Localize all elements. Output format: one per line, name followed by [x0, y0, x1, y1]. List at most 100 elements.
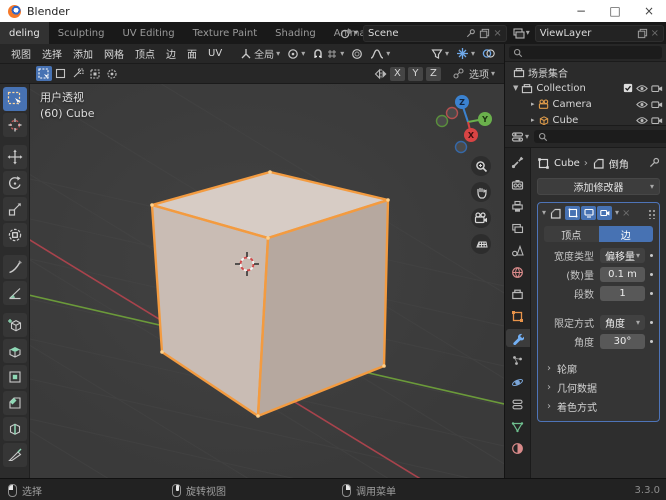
- tab-shading[interactable]: Shading: [266, 22, 325, 44]
- tab-physics[interactable]: [506, 373, 530, 391]
- outliner-row-collection[interactable]: ▼ Collection: [505, 80, 666, 96]
- viewlayer-selector[interactable]: ViewLayer ×: [534, 24, 664, 42]
- animate-dot[interactable]: [650, 340, 653, 343]
- subpanel-geometry[interactable]: › 几何数据: [538, 378, 659, 397]
- subpanel-profile[interactable]: › 轮廓: [538, 359, 659, 378]
- tool-select-box[interactable]: [3, 87, 27, 111]
- realtime-display-toggle[interactable]: [581, 206, 597, 220]
- minimize-button[interactable]: −: [564, 0, 598, 22]
- cube-mesh[interactable]: [150, 170, 390, 418]
- mirror-x-button[interactable]: X: [389, 66, 405, 81]
- tool-add-cube[interactable]: [3, 313, 27, 337]
- tab-world[interactable]: [506, 263, 530, 281]
- menu-uv[interactable]: UV: [203, 48, 227, 59]
- new-copy-icon[interactable]: [479, 28, 490, 39]
- animate-dot[interactable]: [650, 254, 653, 257]
- tool-annotate[interactable]: [3, 255, 27, 279]
- overlays-toggle[interactable]: [479, 47, 498, 60]
- axis-z-handle[interactable]: Z: [455, 95, 469, 109]
- properties-search[interactable]: [534, 130, 666, 143]
- snap-widget[interactable]: ▾: [309, 48, 347, 60]
- checkbox-icon[interactable]: [623, 83, 633, 93]
- scene-selector[interactable]: Scene ×: [363, 24, 507, 42]
- tab-render[interactable]: [506, 175, 530, 193]
- select-lasso-mode[interactable]: [87, 66, 103, 81]
- outliner-search[interactable]: [509, 46, 662, 59]
- tool-rotate[interactable]: [3, 171, 27, 195]
- subpanel-shading[interactable]: › 着色方式: [538, 397, 659, 416]
- eye-icon[interactable]: [636, 84, 648, 93]
- eye-icon[interactable]: [636, 116, 648, 125]
- breadcrumb-modifier[interactable]: 倒角: [609, 156, 629, 171]
- mirror-y-button[interactable]: Y: [407, 66, 423, 81]
- viewport-canvas[interactable]: 用户透视 (60) Cube Z Y X: [30, 84, 504, 478]
- delete-modifier-icon[interactable]: ×: [622, 208, 630, 219]
- tab-object[interactable]: [506, 307, 530, 325]
- tab-object-data[interactable]: [506, 417, 530, 435]
- axis-y-handle[interactable]: Y: [478, 112, 492, 126]
- menu-add[interactable]: 添加: [68, 46, 98, 61]
- transform-orientation-dropdown[interactable]: 全局 ▾: [237, 46, 283, 61]
- select-tweak-mode[interactable]: [36, 66, 52, 81]
- gizmos-toggle[interactable]: ▾: [453, 47, 478, 60]
- close-button[interactable]: ×: [632, 0, 666, 22]
- visibility-filter-dropdown[interactable]: ▾: [428, 48, 452, 60]
- tool-extrude-region[interactable]: [3, 339, 27, 363]
- tab-material[interactable]: [506, 439, 530, 457]
- render-camera-icon[interactable]: [651, 100, 663, 109]
- tab-scene[interactable]: [506, 241, 530, 259]
- editmode-display-toggle[interactable]: [565, 206, 581, 220]
- limit-method-dropdown[interactable]: 角度 ▾: [600, 315, 645, 330]
- pivot-point-dropdown[interactable]: ▾: [284, 48, 308, 60]
- tab-uv-editing[interactable]: UV Editing: [113, 22, 183, 44]
- snap-symmetry-icon[interactable]: [452, 67, 465, 80]
- eye-icon[interactable]: [636, 100, 648, 109]
- render-display-toggle[interactable]: [597, 206, 613, 220]
- tool-bevel[interactable]: [3, 391, 27, 415]
- collapse-icon[interactable]: ▸: [531, 116, 535, 124]
- axis-neg-y-handle[interactable]: [435, 114, 449, 128]
- select-paint-mode[interactable]: [104, 66, 120, 81]
- pin-icon[interactable]: [465, 28, 476, 39]
- editor-type-dropdown[interactable]: ▾: [509, 131, 531, 143]
- remove-icon[interactable]: ×: [651, 28, 659, 39]
- animate-dot[interactable]: [650, 321, 653, 324]
- orthographic-toggle-button[interactable]: [471, 234, 491, 254]
- outliner-row-scene-collection[interactable]: 场景集合: [505, 64, 666, 80]
- segments-field[interactable]: 1: [600, 286, 645, 301]
- tab-view-layer[interactable]: [506, 219, 530, 237]
- tab-sculpting[interactable]: Sculpting: [49, 22, 114, 44]
- mirror-z-button[interactable]: Z: [425, 66, 441, 81]
- tool-loop-cut[interactable]: [3, 417, 27, 441]
- tool-transform[interactable]: [3, 223, 27, 247]
- affect-edges-button[interactable]: 边: [598, 226, 653, 242]
- affect-vertices-button[interactable]: 顶点: [544, 226, 599, 242]
- tab-collection-properties[interactable]: [506, 285, 530, 303]
- viewlayer-type-dropdown[interactable]: ▾: [510, 27, 532, 40]
- outliner-row-camera[interactable]: ▸ Camera: [505, 96, 666, 112]
- tab-tool[interactable]: [506, 153, 530, 171]
- expand-panel-icon[interactable]: ▾: [542, 209, 546, 217]
- drag-handle-icon[interactable]: [647, 207, 655, 219]
- tab-texture-paint[interactable]: Texture Paint: [184, 22, 267, 44]
- render-camera-icon[interactable]: [651, 116, 663, 125]
- modifier-panel-header[interactable]: ▾ ▾ ×: [538, 203, 659, 223]
- tool-knife[interactable]: [3, 443, 27, 467]
- select-circle-mode[interactable]: [70, 66, 86, 81]
- navigation-gizmo[interactable]: Z Y X: [430, 92, 502, 158]
- properties-search-input[interactable]: [551, 131, 666, 142]
- add-modifier-dropdown[interactable]: 添加修改器 ▾: [537, 178, 660, 195]
- select-box-mode[interactable]: [53, 66, 69, 81]
- tab-particles[interactable]: [506, 351, 530, 369]
- modifier-extras-icon[interactable]: ▾: [615, 209, 619, 217]
- animate-dot[interactable]: [650, 292, 653, 295]
- menu-select[interactable]: 选择: [37, 46, 67, 61]
- menu-vertex[interactable]: 顶点: [130, 46, 160, 61]
- menu-edge[interactable]: 边: [161, 46, 181, 61]
- tab-modeling[interactable]: deling: [0, 22, 49, 44]
- axis-neg-x-handle[interactable]: [445, 106, 459, 120]
- camera-view-button[interactable]: [471, 208, 491, 228]
- tool-inset-faces[interactable]: [3, 365, 27, 389]
- menu-view[interactable]: 视图: [6, 46, 36, 61]
- tab-modifiers[interactable]: [505, 329, 530, 347]
